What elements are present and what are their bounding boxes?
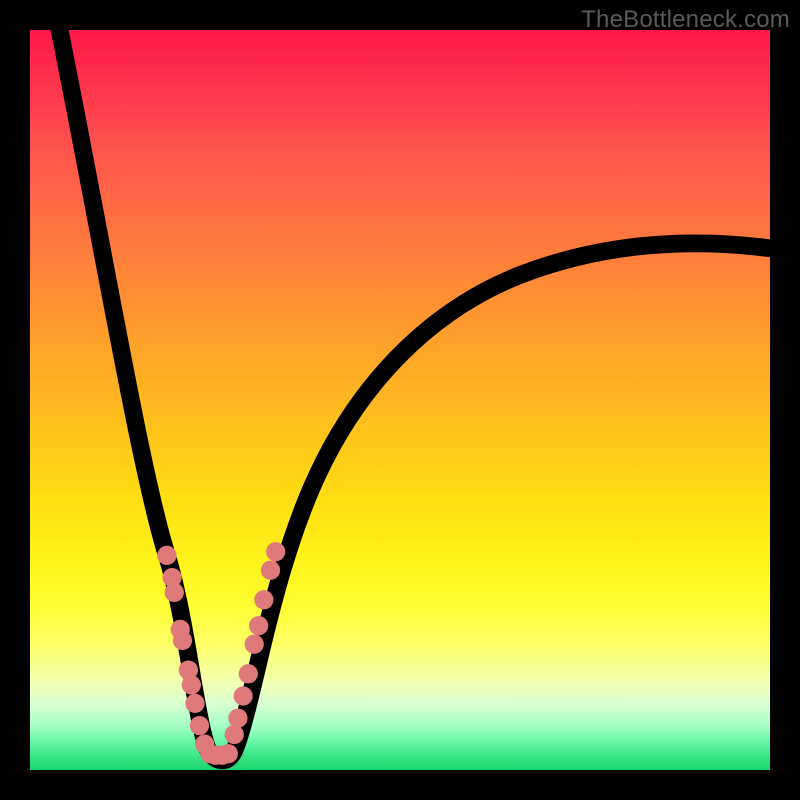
marker-left-8 [190, 716, 209, 735]
marker-right-1 [228, 709, 247, 728]
marker-right-3 [239, 664, 258, 683]
plot-area [30, 30, 770, 770]
marker-left-0 [157, 546, 176, 565]
marker-right-6 [254, 590, 273, 609]
marker-left-4 [173, 631, 192, 650]
marker-left-7 [185, 694, 204, 713]
marker-right-8 [266, 542, 285, 561]
marker-left-6 [182, 675, 201, 694]
marker-right-0 [225, 725, 244, 744]
bottleneck-curve [60, 30, 770, 760]
chart-stage: TheBottleneck.com [0, 0, 800, 800]
marker-right-7 [261, 561, 280, 580]
marker-left-2 [165, 583, 184, 602]
marker-bottom-3 [219, 744, 238, 763]
marker-right-5 [249, 616, 268, 635]
marker-right-4 [245, 635, 264, 654]
marker-right-2 [234, 686, 253, 705]
curve-layer [30, 30, 770, 770]
